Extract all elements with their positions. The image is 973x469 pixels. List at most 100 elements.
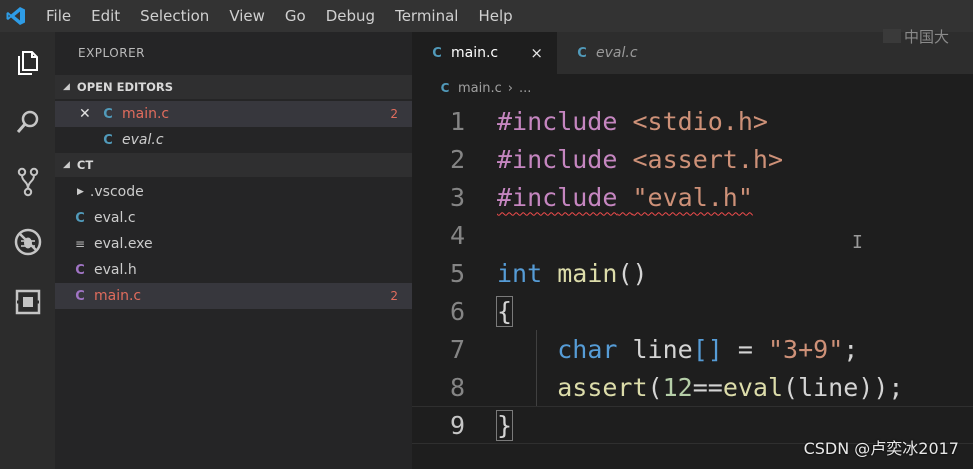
- source-control-icon[interactable]: [0, 152, 55, 212]
- logo-mark-icon: [883, 29, 901, 43]
- c-file-icon: C: [440, 81, 450, 95]
- code-line[interactable]: 3 #include "eval.h": [412, 178, 973, 216]
- menu-go[interactable]: Go: [275, 0, 316, 32]
- tree-item-eval-h[interactable]: C eval.h: [55, 257, 412, 283]
- tab-label: main.c: [451, 45, 499, 61]
- code-token: (): [617, 258, 648, 288]
- corner-logo-text: 中国大: [904, 27, 950, 46]
- line-number: 4: [449, 220, 465, 250]
- menu-edit[interactable]: Edit: [81, 0, 130, 32]
- folder-label: CT: [76, 158, 94, 172]
- matching-bracket: {: [495, 295, 514, 327]
- c-file-icon: C: [577, 45, 587, 61]
- c-file-icon: C: [103, 106, 113, 122]
- code-editor[interactable]: 1 #include <stdio.h> 2 #include <assert.…: [412, 102, 973, 469]
- code-token: ;: [843, 334, 859, 364]
- code-token: line: [632, 334, 693, 364]
- close-icon[interactable]: ×: [530, 44, 543, 62]
- code-token: int: [497, 258, 543, 288]
- files-icon[interactable]: [0, 32, 55, 92]
- code-token: #include: [497, 106, 618, 136]
- line-number: 8: [449, 372, 465, 402]
- open-editors-header[interactable]: ◢ OPEN EDITORS: [55, 75, 412, 99]
- code-token: "3+9": [767, 334, 844, 364]
- code-token: assert: [557, 372, 648, 402]
- chevron-down-icon: ◢: [63, 82, 70, 92]
- explorer-title: EXPLORER: [78, 46, 145, 60]
- tree-item-label: .vscode: [89, 184, 144, 200]
- code-token: =: [722, 334, 768, 364]
- watermark-logo: 中国大: [883, 22, 973, 50]
- code-token: <assert.h>: [632, 144, 783, 174]
- problem-count-badge: 2: [390, 107, 398, 121]
- debug-icon[interactable]: [0, 212, 55, 272]
- problem-count-badge: 2: [390, 289, 398, 303]
- matching-bracket: }: [495, 409, 514, 441]
- code-token: main: [557, 258, 618, 288]
- vscode-logo-icon: [0, 0, 32, 32]
- header-file-icon: C: [75, 262, 85, 278]
- c-file-icon: C: [75, 210, 85, 226]
- code-line[interactable]: 6 {: [412, 292, 973, 330]
- code-token: #include: [497, 182, 618, 212]
- line-number: 7: [449, 334, 465, 364]
- line-number: 2: [449, 144, 465, 174]
- code-line[interactable]: 2 #include <assert.h>: [412, 140, 973, 178]
- tab-eval-c[interactable]: C eval.c: [557, 32, 707, 74]
- open-editor-eval-c[interactable]: C eval.c: [55, 127, 412, 153]
- menu-debug[interactable]: Debug: [316, 0, 385, 32]
- open-editor-label: eval.c: [122, 132, 164, 148]
- explorer-sidebar: EXPLORER ◢ OPEN EDITORS ✕ C main.c 2 C e…: [55, 32, 412, 469]
- code-line[interactable]: 8 assert(12 == eval (line));: [412, 368, 973, 406]
- tree-item-label: eval.c: [94, 210, 136, 226]
- menu-help[interactable]: Help: [468, 0, 522, 32]
- search-icon[interactable]: [0, 92, 55, 152]
- menu-file[interactable]: File: [32, 0, 81, 32]
- c-file-icon: C: [432, 45, 442, 61]
- tree-item-eval-c[interactable]: C eval.c: [55, 205, 412, 231]
- menu-selection[interactable]: Selection: [130, 0, 219, 32]
- code-token: #include: [497, 144, 618, 174]
- tree-item-label: main.c: [94, 288, 142, 304]
- line-number: 5: [449, 258, 465, 288]
- line-number: 1: [449, 106, 465, 136]
- menu-terminal[interactable]: Terminal: [385, 0, 468, 32]
- code-token: 12: [662, 372, 693, 402]
- extensions-icon[interactable]: [0, 272, 55, 332]
- menu-view[interactable]: View: [219, 0, 275, 32]
- open-editor-main-c[interactable]: ✕ C main.c 2: [55, 101, 412, 127]
- tree-item-main-c[interactable]: C main.c 2: [55, 283, 412, 309]
- close-icon[interactable]: ✕: [79, 106, 93, 122]
- code-token: char: [557, 334, 618, 364]
- c-file-icon: C: [75, 288, 85, 304]
- code-token: []: [692, 334, 723, 364]
- code-token: "eval.h": [632, 182, 753, 212]
- binary-file-icon: ≡: [74, 237, 86, 251]
- chevron-right-icon: ›: [507, 80, 513, 96]
- tree-item-eval-exe[interactable]: ≡ eval.exe: [55, 231, 412, 257]
- breadcrumb: C main.c › ...: [412, 74, 973, 102]
- code-token: (line));: [783, 372, 904, 402]
- tab-main-c[interactable]: C main.c ×: [412, 32, 557, 74]
- c-file-icon: C: [103, 132, 113, 148]
- chevron-down-icon: ◢: [63, 160, 70, 170]
- mouse-cursor-icon: I: [852, 232, 863, 253]
- activity-bar: [0, 32, 55, 469]
- breadcrumb-rest[interactable]: ...: [519, 81, 531, 96]
- code-line[interactable]: 5 int main(): [412, 254, 973, 292]
- code-token: <stdio.h>: [632, 106, 768, 136]
- code-token: eval: [722, 372, 784, 402]
- tree-item-vscode[interactable]: ▶ .vscode: [55, 179, 412, 205]
- code-token: ==: [692, 372, 723, 402]
- code-token: (: [647, 372, 663, 402]
- error-squiggle: #include "eval.h": [497, 183, 753, 212]
- line-number: 3: [449, 182, 465, 212]
- breadcrumb-file[interactable]: main.c: [458, 81, 502, 96]
- tab-label: eval.c: [596, 45, 638, 61]
- line-number: 6: [449, 296, 465, 326]
- code-line[interactable]: 1 #include <stdio.h>: [412, 102, 973, 140]
- code-line[interactable]: 4: [412, 216, 973, 254]
- tree-item-label: eval.h: [94, 262, 137, 278]
- folder-ct-header[interactable]: ◢ CT: [55, 153, 412, 177]
- code-line[interactable]: 7 char line[] = "3+9";: [412, 330, 973, 368]
